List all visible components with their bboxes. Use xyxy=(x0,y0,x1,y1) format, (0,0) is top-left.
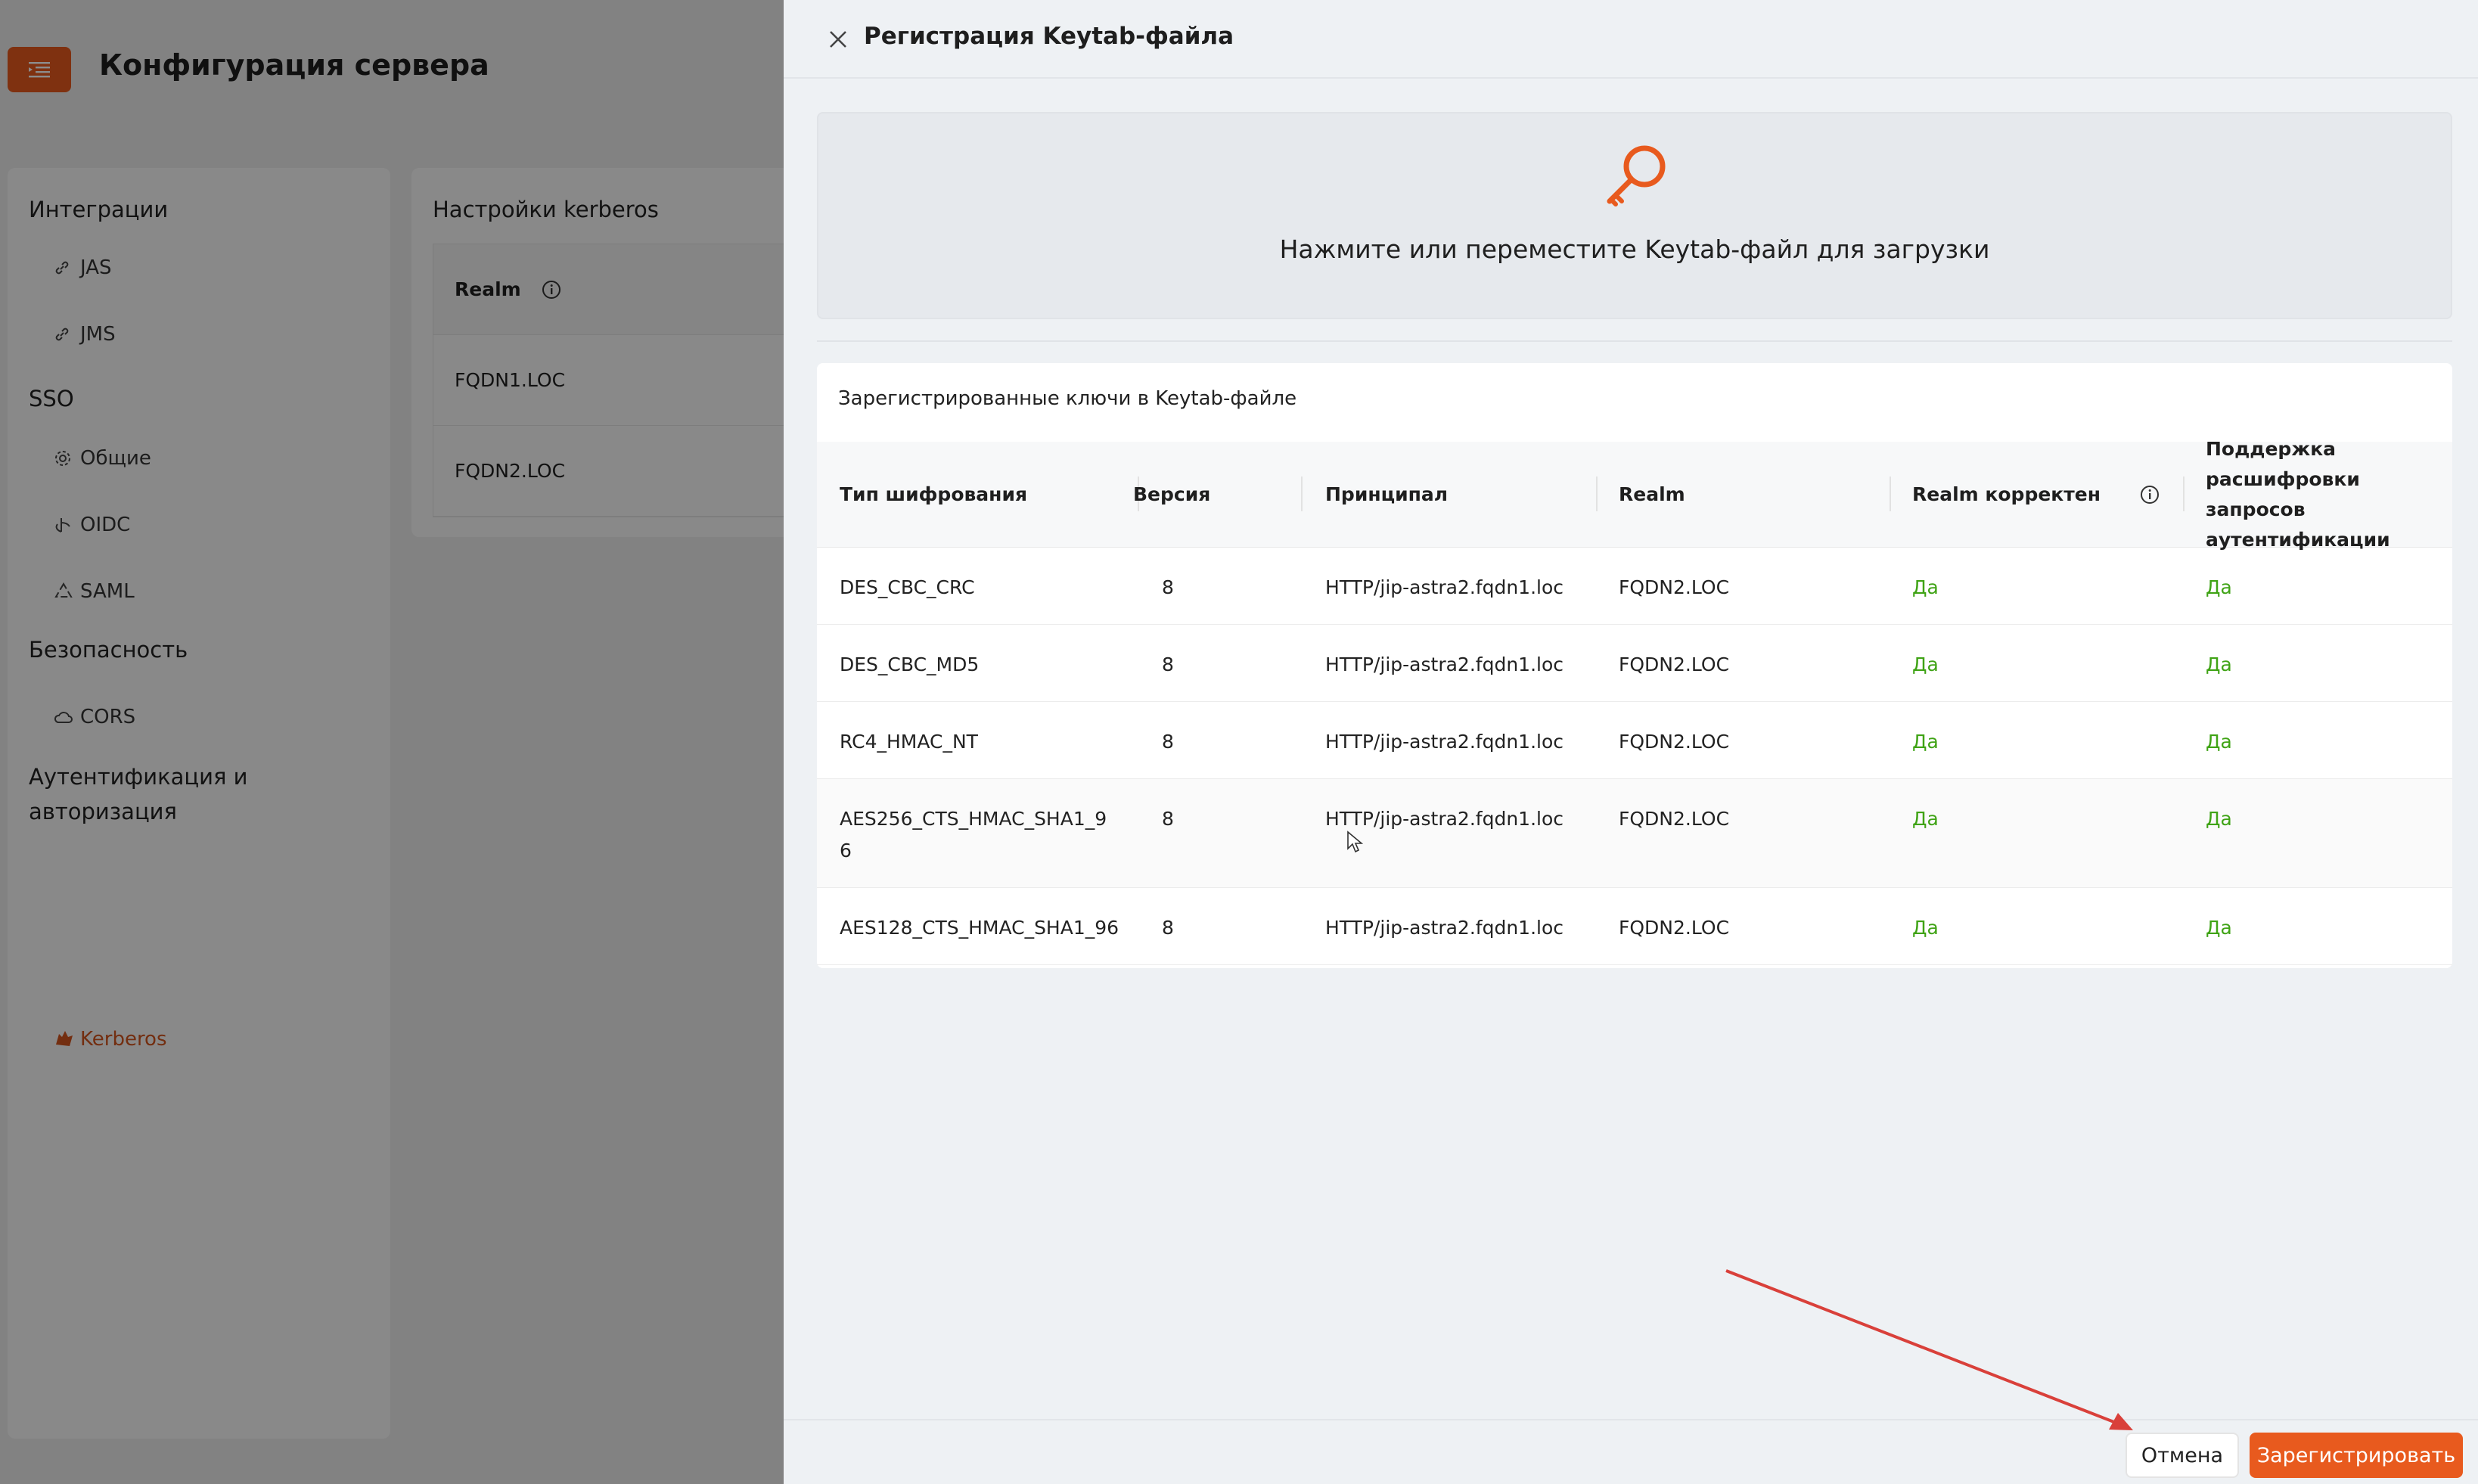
drawer-header: Регистрация Keytab-файла xyxy=(784,0,2478,79)
dropzone-label: Нажмите или переместите Keytab-файл для … xyxy=(1279,234,1990,264)
cell-version: 8 xyxy=(1162,808,1174,830)
cell-encryption: AES256_CTS_HMAC_SHA1_9 6 xyxy=(840,803,1107,867)
cell-support: Да xyxy=(2206,917,2232,939)
cell-version: 8 xyxy=(1162,576,1174,598)
cell-principal: HTTP/jip-astra2.fqdn1.loc xyxy=(1325,731,1564,753)
cell-realm: FQDN2.LOC xyxy=(1619,654,1730,675)
cell-realm-ok: Да xyxy=(1912,654,1939,675)
cell-version: 8 xyxy=(1162,917,1174,939)
cell-support: Да xyxy=(2206,808,2232,830)
column-header-principal: Принципал xyxy=(1325,483,1449,505)
table-row: DES_CBC_CRC 8 HTTP/jip-astra2.fqdn1.loc … xyxy=(817,548,2452,625)
drawer-title: Регистрация Keytab-файла xyxy=(864,23,1234,50)
cancel-button[interactable]: Отмена xyxy=(2126,1433,2239,1478)
table-row: DES_CBC_MD5 8 HTTP/jip-astra2.fqdn1.loc … xyxy=(817,625,2452,702)
column-header-encryption: Тип шифрования xyxy=(840,483,1028,505)
register-keytab-drawer: Регистрация Keytab-файла Нажмите или пер… xyxy=(784,0,2478,1484)
close-button[interactable] xyxy=(823,24,853,54)
cell-principal: HTTP/jip-astra2.fqdn1.loc xyxy=(1325,654,1564,675)
column-header-support: Поддержка расшифровки запросов аутентифик… xyxy=(2206,438,2448,551)
keytab-dropzone[interactable]: Нажмите или переместите Keytab-файл для … xyxy=(817,112,2452,319)
column-header-realm-ok: Realm корректен xyxy=(1912,483,2101,505)
cell-realm: FQDN2.LOC xyxy=(1619,576,1730,598)
registered-keys-card: Зарегистрированные ключи в Keytab-файле … xyxy=(817,363,2452,968)
divider xyxy=(817,340,2452,342)
table-row: RC4_HMAC_NT 8 HTTP/jip-astra2.fqdn1.loc … xyxy=(817,702,2452,779)
cell-version: 8 xyxy=(1162,654,1174,675)
cell-encryption-line1: AES256_CTS_HMAC_SHA1_9 xyxy=(840,808,1107,830)
cell-principal: HTTP/jip-astra2.fqdn1.loc xyxy=(1325,917,1564,939)
column-header-support-text: Поддержка расшифровки запросов аутентифик… xyxy=(2206,434,2448,555)
column-header-version: Версия xyxy=(1133,483,1211,505)
column-header-version-wrap: Версия xyxy=(1133,442,1210,548)
cell-support: Да xyxy=(2206,576,2232,598)
cell-encryption: DES_CBC_MD5 xyxy=(840,654,980,675)
cell-realm: FQDN2.LOC xyxy=(1619,731,1730,753)
cell-principal: HTTP/jip-astra2.fqdn1.loc xyxy=(1325,576,1564,598)
info-icon-wrap[interactable] xyxy=(2139,442,2160,548)
cell-encryption: DES_CBC_CRC xyxy=(840,576,975,598)
cell-realm-ok: Да xyxy=(1912,808,1939,830)
register-button[interactable]: Зарегистрировать xyxy=(2250,1433,2463,1478)
column-divider xyxy=(2183,477,2185,511)
cell-realm-ok: Да xyxy=(1912,576,1939,598)
table-header: Тип шифрования Версия Принципал Realm Re… xyxy=(817,438,2452,551)
cell-realm-ok: Да xyxy=(1912,731,1939,753)
cell-realm-ok: Да xyxy=(1912,917,1939,939)
cell-encryption: RC4_HMAC_NT xyxy=(840,731,978,753)
cell-realm: FQDN2.LOC xyxy=(1619,917,1730,939)
drawer-footer: Отмена Зарегистрировать xyxy=(784,1419,2478,1484)
close-icon xyxy=(830,31,846,48)
table-row: AES256_CTS_HMAC_SHA1_9 6 8 HTTP/jip-astra… xyxy=(817,779,2452,888)
column-header-support-line1: Поддержка расшифровки xyxy=(2206,438,2360,490)
table-row: AES128_CTS_HMAC_SHA1_96 8 HTTP/jip-astra… xyxy=(817,888,2452,965)
cell-support: Да xyxy=(2206,654,2232,675)
column-divider xyxy=(1596,477,1598,511)
column-header-support-line2: запросов аутентификации xyxy=(2206,498,2390,551)
column-divider xyxy=(1890,477,1891,511)
cell-encryption: AES128_CTS_HMAC_SHA1_96 xyxy=(840,917,1119,939)
mouse-cursor-icon xyxy=(1347,830,1363,853)
cell-support: Да xyxy=(2206,731,2232,753)
key-icon xyxy=(1607,145,1666,206)
keys-table: Тип шифрования Версия Принципал Realm Re… xyxy=(817,438,2452,965)
cell-encryption-line2: 6 xyxy=(840,840,852,862)
cell-realm: FQDN2.LOC xyxy=(1619,808,1730,830)
info-icon[interactable] xyxy=(2139,484,2160,505)
column-divider xyxy=(1301,477,1303,511)
registered-keys-title: Зарегистрированные ключи в Keytab-файле xyxy=(838,387,1297,410)
cell-version: 8 xyxy=(1162,731,1174,753)
column-header-realm: Realm xyxy=(1619,483,1685,505)
